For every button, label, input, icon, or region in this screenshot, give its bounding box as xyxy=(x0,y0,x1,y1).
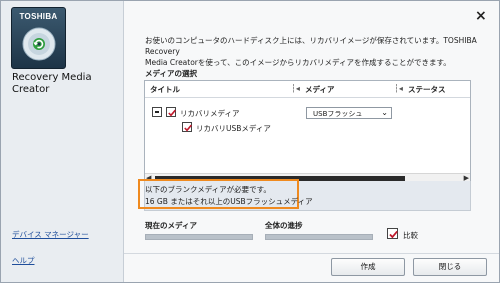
column-media[interactable]: メディア xyxy=(305,84,334,95)
media-type-select[interactable]: USBフラッシュ ⌄ xyxy=(306,107,392,119)
media-type-value: USBフラッシュ xyxy=(313,110,363,118)
recovery-media-label: リカバリメディア xyxy=(180,109,240,118)
requirement-line2-text: GB またはそれ以上のUSBフラッシュメディア xyxy=(154,197,313,206)
overall-progress-bar xyxy=(265,234,373,240)
close-icon[interactable]: × xyxy=(475,8,487,24)
app-title-line1: Recovery Media xyxy=(12,72,92,83)
divider xyxy=(124,253,499,254)
column-resize-icon[interactable]: ┆◂ xyxy=(291,84,300,93)
collapse-icon[interactable] xyxy=(152,107,162,117)
current-media-progress-bar xyxy=(145,234,253,240)
column-status[interactable]: ステータス xyxy=(408,84,446,95)
create-button[interactable]: 作成 xyxy=(331,258,405,276)
media-selection-label: メディアの選択 xyxy=(145,69,197,78)
required-size: 16 xyxy=(145,197,155,206)
intro-line2: Media Creatorを使って、このイメージからリカバリメディアを作成するこ… xyxy=(145,58,451,67)
app-title-line2: Creator xyxy=(12,84,50,95)
current-media-label: 現在のメディア xyxy=(145,221,197,230)
recovery-usb-media-label: リカバリUSBメディア xyxy=(196,124,271,133)
requirement-line2: 16 GB またはそれ以上のUSBフラッシュメディア xyxy=(145,196,313,207)
close-button[interactable]: 閉じる xyxy=(413,258,487,276)
help-link[interactable]: ヘルプ xyxy=(12,255,35,266)
media-list: タイトル ┆◂ メディア ┆◂ ステータス リカバリメディア USBフラッシュ … xyxy=(144,80,471,183)
disc-icon xyxy=(22,27,56,61)
column-resize-icon[interactable]: ┆◂ xyxy=(394,84,403,93)
app-window: TOSHIBA Recovery Media Creator デバイス マネージ… xyxy=(0,0,500,283)
recovery-usb-media-checkbox[interactable] xyxy=(182,122,192,132)
chevron-down-icon: ⌄ xyxy=(381,108,388,117)
app-logo: TOSHIBA xyxy=(11,7,66,69)
intro-line1: お使いのコンピュータのハードディスク上には、リカバリイメージが保存されています。… xyxy=(145,36,477,56)
requirement-line1: 以下のブランクメディアが必要です。 xyxy=(145,185,271,194)
device-manager-link[interactable]: デバイス マネージャー xyxy=(12,229,89,240)
intro-message: お使いのコンピュータのハードディスク上には、リカバリイメージが保存されています。… xyxy=(145,35,485,68)
brand-label: TOSHIBA xyxy=(19,12,58,21)
app-title: Recovery Media Creator xyxy=(12,72,117,96)
compare-label: 比較 xyxy=(403,231,418,240)
column-title[interactable]: タイトル xyxy=(150,84,180,95)
compare-checkbox[interactable] xyxy=(387,228,398,239)
recovery-media-checkbox[interactable] xyxy=(166,107,176,117)
media-list-header: タイトル ┆◂ メディア ┆◂ ステータス xyxy=(145,81,470,98)
overall-progress-label: 全体の進捗 xyxy=(265,221,303,230)
sidebar: TOSHIBA Recovery Media Creator デバイス マネージ… xyxy=(1,1,124,282)
